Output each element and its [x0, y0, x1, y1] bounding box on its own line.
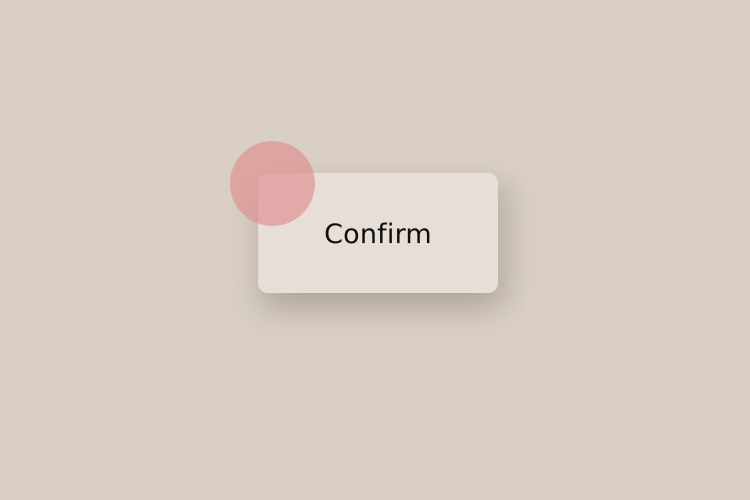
accent-circle — [230, 141, 315, 226]
canvas: Confirm — [0, 0, 750, 500]
confirm-label: Confirm — [324, 218, 432, 250]
